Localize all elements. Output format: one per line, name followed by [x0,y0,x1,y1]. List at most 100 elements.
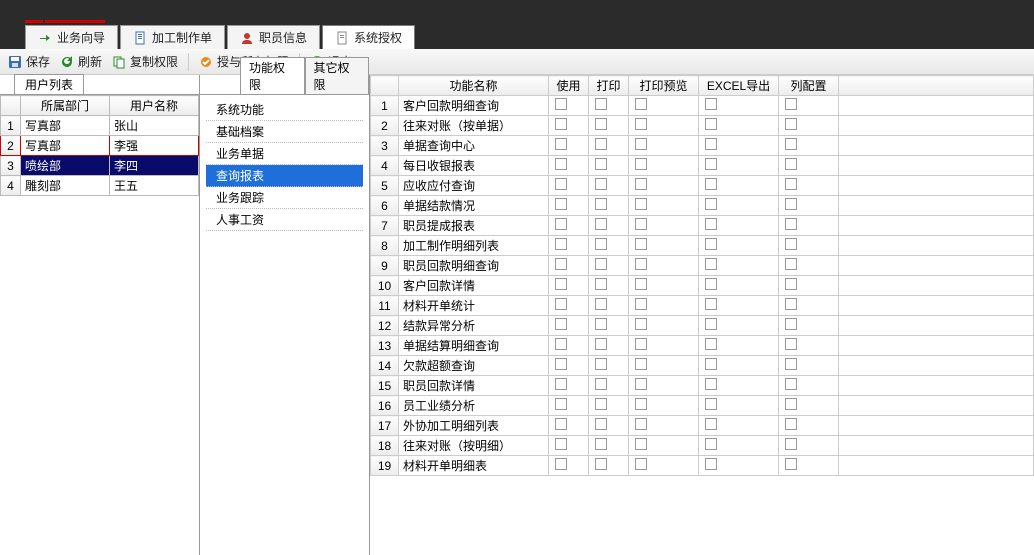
checkbox[interactable] [785,458,797,470]
checkbox[interactable] [595,378,607,390]
checkbox[interactable] [555,258,567,270]
func-colcfg-header[interactable]: 列配置 [779,76,839,96]
checkbox[interactable] [785,218,797,230]
user-name-header[interactable]: 用户名称 [110,96,199,116]
checkbox[interactable] [595,118,607,130]
tab-func-perm[interactable]: 功能权限 [240,57,305,94]
user-row[interactable]: 3喷绘部李四 [1,156,199,176]
checkbox[interactable] [635,118,647,130]
save-button[interactable]: 保存 [8,53,50,70]
checkbox[interactable] [785,418,797,430]
checkbox[interactable] [635,138,647,150]
user-dept-header[interactable]: 所属部门 [21,96,110,116]
checkbox[interactable] [705,178,717,190]
checkbox[interactable] [595,458,607,470]
checkbox[interactable] [555,238,567,250]
func-row[interactable]: 3单据查询中心 [371,136,1034,156]
checkbox[interactable] [555,118,567,130]
checkbox[interactable] [705,118,717,130]
main-tab-3[interactable]: 系统授权 [322,25,415,49]
checkbox[interactable] [595,278,607,290]
func-row[interactable]: 19材料开单明细表 [371,456,1034,476]
func-row[interactable]: 18往来对账（按明细） [371,436,1034,456]
user-row[interactable]: 2写真部李强 [1,136,199,156]
checkbox[interactable] [785,298,797,310]
checkbox[interactable] [635,398,647,410]
func-row[interactable]: 10客户回款详情 [371,276,1034,296]
checkbox[interactable] [555,218,567,230]
func-row[interactable]: 14欠款超额查询 [371,356,1034,376]
func-excel-header[interactable]: EXCEL导出 [699,76,779,96]
checkbox[interactable] [555,338,567,350]
checkbox[interactable] [555,378,567,390]
checkbox[interactable] [705,238,717,250]
checkbox[interactable] [705,218,717,230]
checkbox[interactable] [595,138,607,150]
checkbox[interactable] [785,398,797,410]
func-preview-header[interactable]: 打印预览 [629,76,699,96]
checkbox[interactable] [595,258,607,270]
checkbox[interactable] [785,138,797,150]
checkbox[interactable] [555,398,567,410]
checkbox[interactable] [635,158,647,170]
refresh-button[interactable]: 刷新 [60,53,102,70]
checkbox[interactable] [595,198,607,210]
checkbox[interactable] [555,138,567,150]
checkbox[interactable] [785,378,797,390]
checkbox[interactable] [635,238,647,250]
func-row[interactable]: 4每日收银报表 [371,156,1034,176]
checkbox[interactable] [705,338,717,350]
func-row[interactable]: 16员工业绩分析 [371,396,1034,416]
checkbox[interactable] [595,418,607,430]
main-tab-0[interactable]: 业务向导 [25,25,118,49]
checkbox[interactable] [705,318,717,330]
checkbox[interactable] [555,418,567,430]
checkbox[interactable] [705,198,717,210]
checkbox[interactable] [595,158,607,170]
func-row[interactable]: 6单据结款情况 [371,196,1034,216]
checkbox[interactable] [705,378,717,390]
func-row[interactable]: 11材料开单统计 [371,296,1034,316]
checkbox[interactable] [595,438,607,450]
func-row[interactable]: 13单据结算明细查询 [371,336,1034,356]
main-tab-1[interactable]: 加工制作单 [120,25,225,49]
checkbox[interactable] [555,458,567,470]
checkbox[interactable] [635,438,647,450]
checkbox[interactable] [785,358,797,370]
checkbox[interactable] [785,238,797,250]
checkbox[interactable] [635,218,647,230]
checkbox[interactable] [635,178,647,190]
func-print-header[interactable]: 打印 [589,76,629,96]
checkbox[interactable] [785,178,797,190]
checkbox[interactable] [635,278,647,290]
checkbox[interactable] [595,358,607,370]
category-item[interactable]: 人事工资 [206,209,363,231]
checkbox[interactable] [705,278,717,290]
main-tab-2[interactable]: 职员信息 [227,25,320,49]
func-row[interactable]: 5应收应付查询 [371,176,1034,196]
checkbox[interactable] [595,178,607,190]
checkbox[interactable] [595,338,607,350]
checkbox[interactable] [595,218,607,230]
checkbox[interactable] [705,98,717,110]
category-item[interactable]: 基础档案 [206,121,363,143]
checkbox[interactable] [555,358,567,370]
user-row[interactable]: 4雕刻部王五 [1,176,199,196]
tab-user-list[interactable]: 用户列表 [14,74,84,94]
category-item[interactable]: 业务单据 [206,143,363,165]
checkbox[interactable] [635,338,647,350]
checkbox[interactable] [635,458,647,470]
func-row[interactable]: 17外协加工明细列表 [371,416,1034,436]
func-use-header[interactable]: 使用 [549,76,589,96]
checkbox[interactable] [595,98,607,110]
checkbox[interactable] [705,398,717,410]
checkbox[interactable] [785,98,797,110]
checkbox[interactable] [635,198,647,210]
checkbox[interactable] [635,358,647,370]
func-row[interactable]: 2往来对账（按单据） [371,116,1034,136]
checkbox[interactable] [705,298,717,310]
copy-perm-button[interactable]: 复制权限 [112,53,178,70]
checkbox[interactable] [785,118,797,130]
checkbox[interactable] [635,258,647,270]
checkbox[interactable] [635,98,647,110]
